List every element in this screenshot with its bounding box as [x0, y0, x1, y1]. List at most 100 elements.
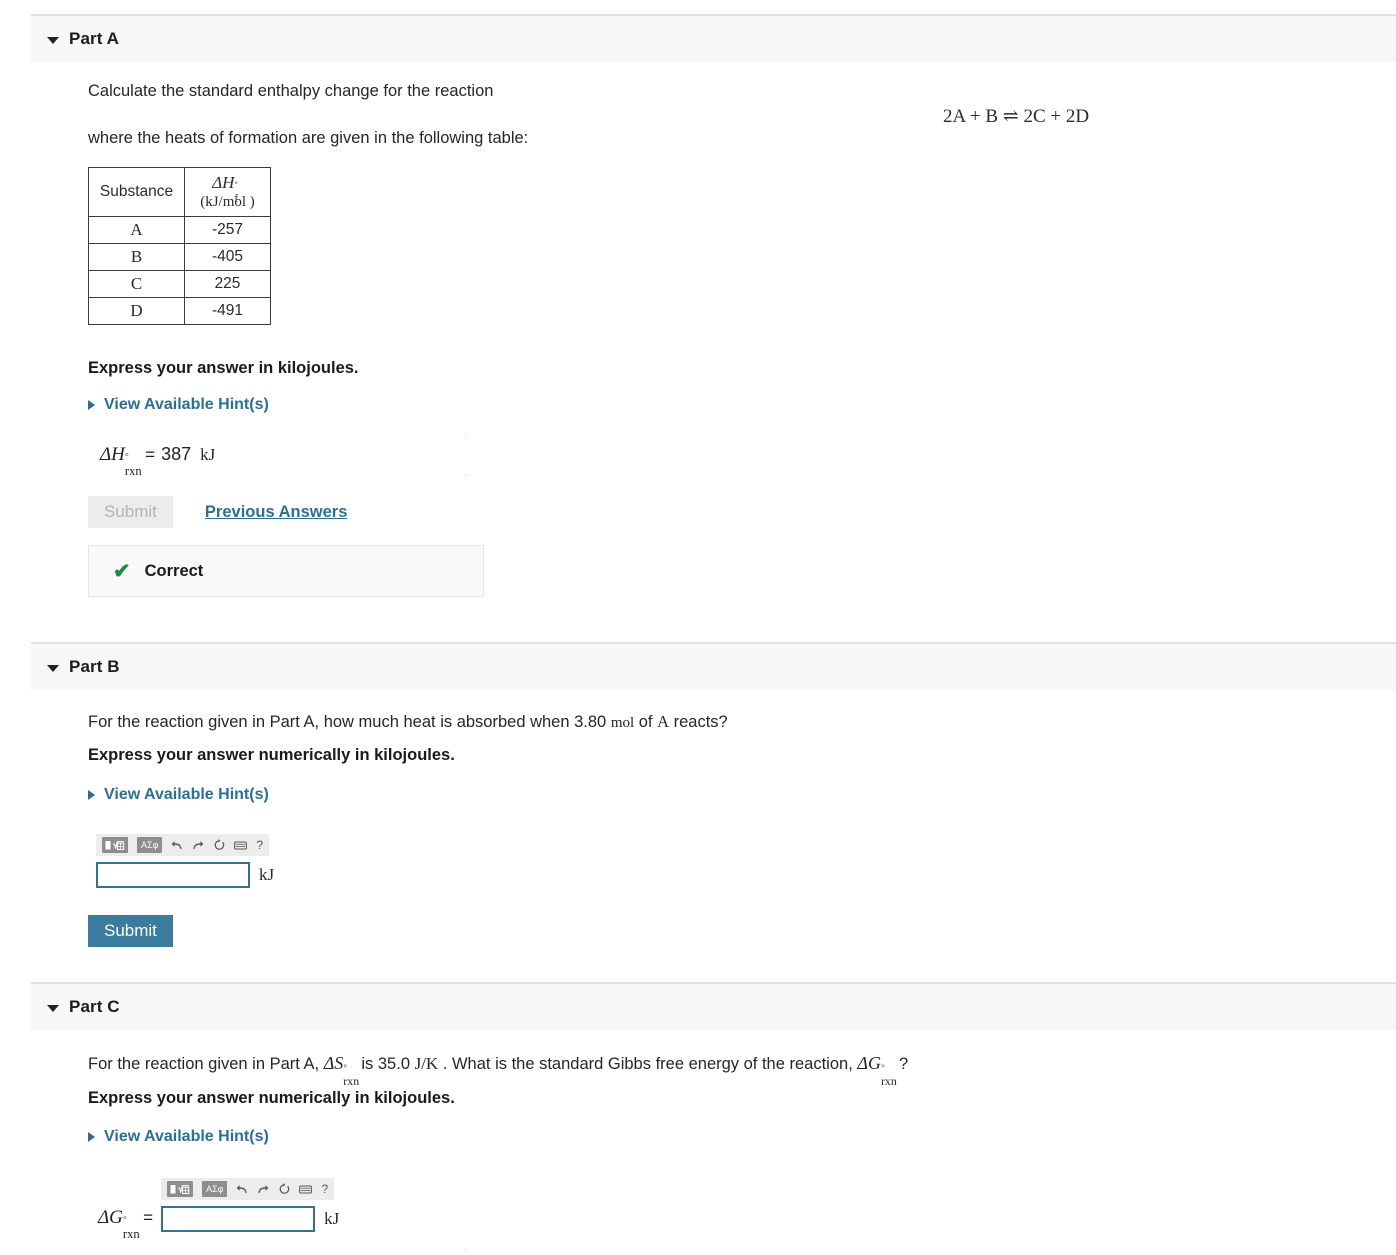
part-c-instruction-wrap: Express your answer numerically in kiloj… — [88, 1089, 455, 1108]
cell-value: -405 — [184, 243, 271, 271]
part-a-prompt-line1: Calculate the standard enthalpy change f… — [88, 82, 494, 100]
part-a-action-row: Submit Previous Answers — [88, 496, 347, 528]
reset-icon[interactable] — [213, 839, 225, 851]
greek-symbols-icon[interactable]: ΑΣφ — [137, 837, 163, 853]
hint-expand-caret-icon[interactable] — [88, 790, 95, 800]
part-b-answer-input[interactable] — [96, 862, 250, 888]
column-header-enthalpy-units: (kJ/mol ) — [200, 194, 255, 211]
column-header-substance: Substance — [88, 167, 185, 217]
registration-mark: + — [463, 432, 469, 442]
math-template-glyph — [170, 1184, 190, 1194]
part-b-header[interactable]: Part B — [31, 642, 1396, 690]
part-b-question-mid: of — [634, 713, 658, 731]
part-a-hints[interactable]: View Available Hint(s) — [88, 396, 269, 414]
part-a-previous-answers-link[interactable]: Previous Answers — [205, 503, 347, 522]
part-a-answer-equals: = — [145, 445, 156, 464]
undo-icon[interactable] — [236, 1184, 248, 1195]
part-a-feedback-box: ✔ Correct — [88, 545, 484, 597]
table-row: D -491 — [88, 297, 271, 325]
part-b-question-pre: For the reaction given in Part A, how mu… — [88, 713, 611, 731]
part-b-question-unit: mol — [610, 715, 635, 731]
part-a-answer-unit: kJ — [200, 445, 216, 464]
part-c-question: For the reaction given in Part A, ΔS ◦ rxn… — [88, 1050, 909, 1088]
part-a-header[interactable]: Part A — [31, 14, 1396, 62]
part-b-question-species: A — [657, 712, 670, 731]
part-b-answer-toolbar: ΑΣφ ? — [96, 834, 270, 856]
table-row: C 225 — [88, 270, 271, 298]
reset-glyph — [215, 839, 225, 850]
cell-substance: D — [88, 297, 185, 325]
part-b-submit-button[interactable]: Submit — [88, 915, 173, 947]
undo-icon[interactable] — [171, 840, 183, 851]
redo-icon[interactable] — [257, 1184, 269, 1195]
part-b-question-wrap: For the reaction given in Part A, how mu… — [88, 710, 728, 735]
table-header-row: Substance ΔH ◦ f (kJ/mol ) — [88, 167, 271, 217]
part-a-submit-button[interactable]: Submit — [88, 496, 173, 528]
part-c-answer-label-wrap: ΔG ◦ rxn = — [98, 1207, 161, 1242]
column-header-enthalpy-symbol: ΔH ◦ f — [212, 173, 239, 205]
math-template-glyph — [105, 840, 125, 850]
part-b-hints[interactable]: View Available Hint(s) — [88, 786, 269, 804]
part-a-instruction: Express your answer in kilojoules. — [88, 359, 359, 377]
cell-substance: C — [88, 270, 185, 298]
keyboard-icon[interactable] — [299, 1185, 313, 1194]
hint-expand-caret-icon[interactable] — [88, 400, 95, 410]
part-a-body: Calculate the standard enthalpy change f… — [88, 80, 493, 104]
collapse-caret-icon[interactable] — [47, 36, 59, 44]
part-a-prompt-line2-wrap: where the heats of formation are given i… — [88, 127, 528, 151]
registration-mark: + — [463, 1245, 469, 1255]
part-c-input-group: ΑΣφ ? kJ — [161, 1178, 339, 1232]
part-b-instruction-wrap: Express your answer numerically in kiloj… — [88, 746, 455, 765]
part-c-hints[interactable]: View Available Hint(s) — [88, 1128, 269, 1146]
part-b-input-row: kJ — [96, 862, 274, 888]
cell-value: -257 — [184, 216, 271, 244]
part-a-title: Part A — [69, 29, 120, 48]
table-row: A -257 — [88, 216, 271, 244]
undo-glyph — [172, 840, 182, 849]
part-b-instruction: Express your answer numerically in kiloj… — [88, 746, 455, 764]
keyboard-glyph — [234, 841, 248, 849]
part-a-answer-display: ΔH ◦ rxn = 387 kJ — [100, 444, 216, 479]
part-a-instruction-wrap: Express your answer in kilojoules. — [88, 359, 359, 378]
part-b-question: For the reaction given in Part A, how mu… — [88, 710, 728, 735]
part-c-header[interactable]: Part C — [31, 982, 1396, 1030]
redo-icon[interactable] — [192, 840, 204, 851]
collapse-caret-icon[interactable] — [47, 664, 59, 672]
part-b-hint-link[interactable]: View Available Hint(s) — [104, 786, 269, 804]
cell-value: 225 — [184, 270, 271, 298]
column-header-enthalpy: ΔH ◦ f (kJ/mol ) — [184, 167, 271, 217]
math-template-icon[interactable] — [167, 1181, 194, 1197]
greek-symbols-icon[interactable]: ΑΣφ — [202, 1181, 228, 1197]
reset-icon[interactable] — [278, 1183, 290, 1195]
part-c-entropy-symbol: ΔS ◦ rxn — [323, 1053, 360, 1088]
part-b-answer-widget: ΑΣφ ? kJ — [96, 834, 274, 888]
check-icon: ✔ — [113, 559, 131, 583]
keyboard-icon[interactable] — [234, 841, 248, 850]
part-c-answer-widget: ΔG ◦ rxn = ΑΣφ ? kJ — [98, 1178, 339, 1242]
reset-glyph — [280, 1183, 290, 1194]
part-c-question-post: ? — [894, 1055, 909, 1073]
part-c-answer-symbol: ΔG ◦ rxn — [98, 1207, 140, 1242]
help-icon[interactable]: ? — [321, 1183, 328, 1195]
part-c-question-pre: For the reaction given in Part A, — [88, 1055, 324, 1073]
registration-mark: + — [463, 470, 469, 480]
heats-of-formation-table: Substance ΔH ◦ f (kJ/mol ) A -257 B -405 C… — [88, 167, 271, 325]
part-c-answer-input[interactable] — [161, 1206, 316, 1232]
part-c-title: Part C — [69, 997, 120, 1016]
part-c-entropy-unit: J/K — [414, 1054, 439, 1073]
math-template-icon[interactable] — [102, 837, 128, 853]
part-a-answer-value: 387 — [161, 444, 192, 464]
help-icon[interactable]: ? — [256, 839, 263, 851]
part-b-unit-label: kJ — [259, 865, 275, 884]
hint-expand-caret-icon[interactable] — [88, 1132, 95, 1142]
collapse-caret-icon[interactable] — [47, 1004, 59, 1012]
part-a-hint-link[interactable]: View Available Hint(s) — [104, 396, 269, 414]
keyboard-glyph — [299, 1185, 313, 1193]
part-c-question-mid1: is 35.0 — [356, 1055, 415, 1073]
part-c-instruction: Express your answer numerically in kiloj… — [88, 1089, 455, 1107]
part-c-hint-link[interactable]: View Available Hint(s) — [104, 1128, 269, 1146]
table-row: B -405 — [88, 243, 271, 271]
part-a-answer-symbol: ΔH ◦ rxn — [100, 444, 142, 479]
cell-value: -491 — [184, 297, 271, 325]
part-c-question-wrap: For the reaction given in Part A, ΔS ◦ rxn… — [88, 1050, 909, 1088]
